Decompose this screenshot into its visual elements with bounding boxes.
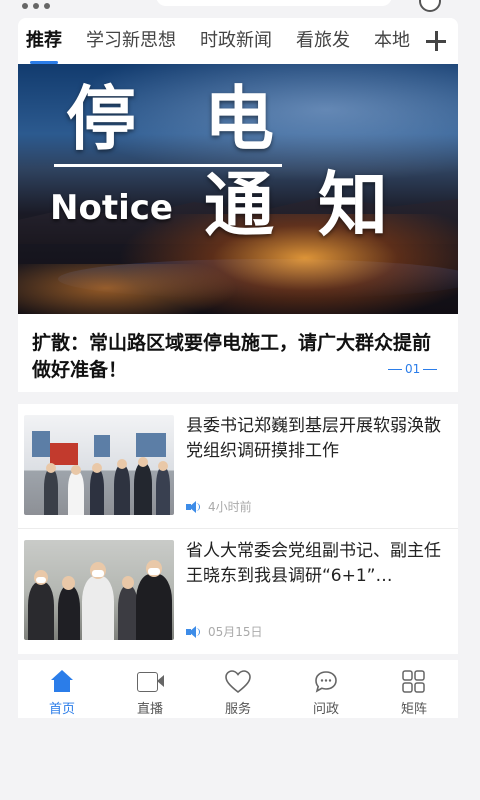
banner-headline[interactable]: 扩散：常山路区域要停电施工，请广大群众提前做好准备！ [32, 330, 432, 384]
heart-service-icon [225, 670, 251, 694]
news-title[interactable]: 县委书记郑巍到基层开展软弱涣散党组织调研摸排工作 [186, 414, 448, 464]
news-item[interactable]: 县委书记郑巍到基层开展软弱涣散党组织调研摸排工作 4小时前 [18, 404, 458, 528]
nav-label: 服务 [224, 702, 251, 717]
live-camera-icon [137, 670, 164, 694]
home-icon [49, 670, 75, 694]
add-channel-button[interactable] [414, 18, 458, 64]
top-bar [0, 0, 480, 16]
nav-matrix[interactable]: 矩阵 [370, 660, 458, 718]
nav-label: 矩阵 [400, 702, 427, 717]
nav-label: 问政 [312, 702, 339, 717]
chat-bubble-icon [313, 670, 339, 694]
carousel-page-indicator: 01 [388, 362, 438, 376]
nav-service[interactable]: 服务 [194, 660, 282, 718]
tab-row: 推荐 学习新思想 时政新闻 看旅发 本地 [18, 18, 434, 64]
news-meta: 4小时前 [186, 498, 252, 515]
speaker-icon[interactable] [186, 625, 200, 638]
nav-home[interactable]: 首页 [18, 660, 106, 718]
search-bar[interactable] [156, 0, 392, 6]
nav-live[interactable]: 直播 [106, 660, 194, 718]
banner-city-lights-left [18, 264, 238, 314]
nav-inquiry[interactable]: 问政 [282, 660, 370, 718]
avatar[interactable] [419, 0, 441, 12]
status-dots [22, 0, 62, 9]
banner-text-char: 电 [204, 78, 276, 160]
banner-text-char: 通 [204, 164, 276, 246]
banner-notice-text: Notice [50, 188, 173, 228]
news-meta: 05月15日 [186, 623, 263, 640]
grid-icon [401, 670, 427, 694]
banner-image[interactable]: 停 电 Notice 通 知 [18, 64, 458, 314]
tab-study-new-thought[interactable]: 学习新思想 [86, 18, 176, 64]
plus-icon [426, 31, 446, 51]
tab-tourism[interactable]: 看旅发 [296, 18, 350, 64]
news-time: 05月15日 [208, 625, 263, 639]
news-item[interactable]: 省人大常委会党组副书记、副主任王晓东到我县调研“6+1”… 05月15日 [18, 528, 458, 652]
news-title[interactable]: 省人大常委会党组副书记、副主任王晓东到我县调研“6+1”… [186, 539, 448, 589]
news-time: 4小时前 [208, 500, 252, 514]
banner-text-char: 停 [66, 78, 138, 160]
nav-label: 直播 [136, 702, 163, 717]
news-list: 县委书记郑巍到基层开展软弱涣散党组织调研摸排工作 4小时前 省人大常委会党组副书… [18, 404, 458, 654]
channel-tabs: 推荐 学习新思想 时政新闻 看旅发 本地 [18, 18, 458, 64]
speaker-icon[interactable] [186, 500, 200, 513]
news-thumbnail[interactable] [24, 415, 174, 515]
tab-recommend[interactable]: 推荐 [26, 18, 62, 64]
bottom-navigation: 首页 直播 服务 问政 矩阵 [18, 660, 458, 718]
news-thumbnail[interactable] [24, 540, 174, 640]
nav-label: 首页 [48, 702, 75, 717]
banner-headline-card[interactable]: 扩散：常山路区域要停电施工，请广大群众提前做好准备！ 01 [18, 314, 458, 392]
banner-text-char: 知 [318, 164, 390, 246]
tab-local[interactable]: 本地 [374, 18, 410, 64]
tab-politics-news[interactable]: 时政新闻 [200, 18, 272, 64]
